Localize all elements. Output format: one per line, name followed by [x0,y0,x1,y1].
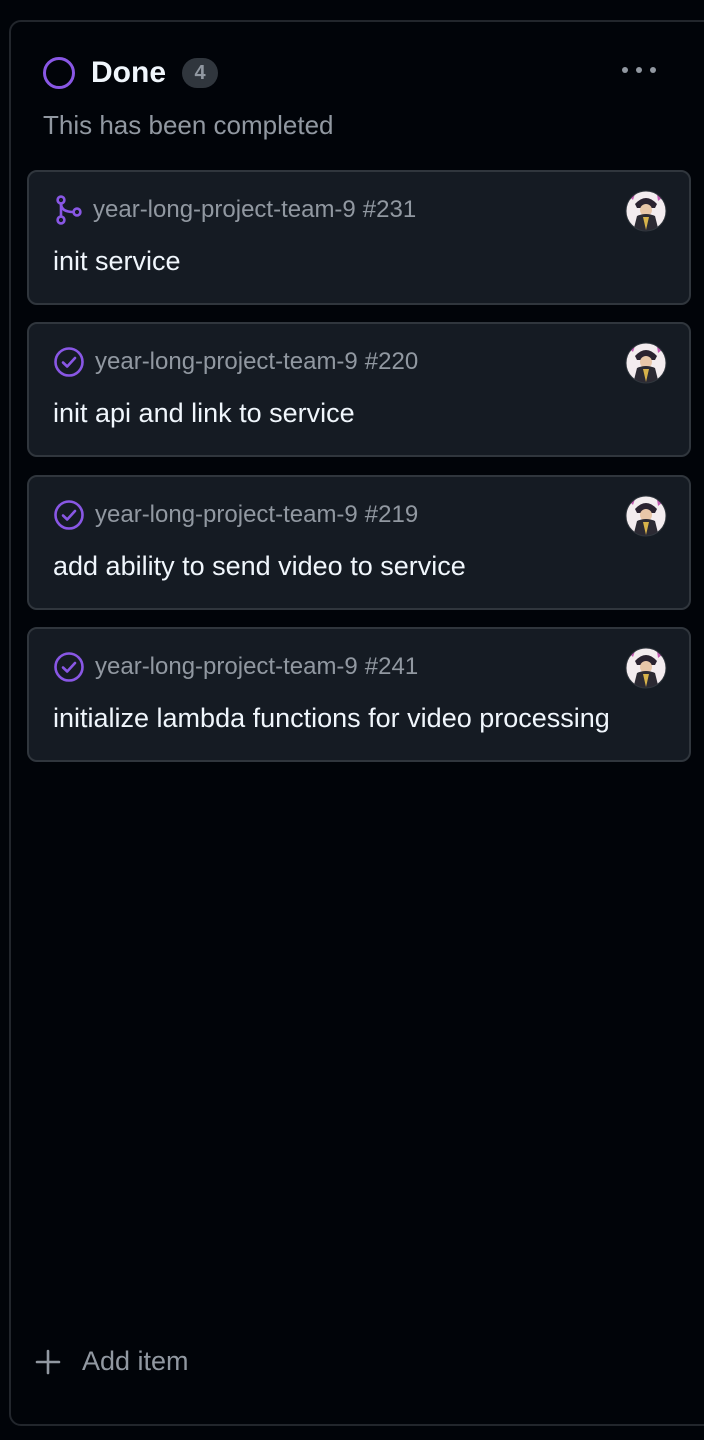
card-repo[interactable]: year-long-project-team-9 [95,653,358,681]
column-title: Done [91,56,166,89]
card-meta: year-long-project-team-9 #220 [53,346,418,378]
item-count-badge: 4 [182,58,218,88]
column-description: This has been completed [43,110,334,140]
column-menu-button[interactable] [619,58,659,82]
card-repo[interactable]: year-long-project-team-9 [95,501,358,529]
kebab-horizontal-icon [622,67,656,73]
card-number[interactable]: #219 [365,501,418,529]
card-number[interactable]: #220 [365,348,418,376]
card-meta: year-long-project-team-9 #241 [53,651,418,683]
pull-request-merged-icon [56,195,82,225]
card-title[interactable]: initialize lambda functions for video pr… [53,703,610,734]
issue-closed-icon [54,347,84,377]
add-item-label: Add item [82,1346,189,1376]
board-card[interactable]: year-long-project-team-9 #241 initialize… [27,627,691,762]
card-meta: year-long-project-team-9 #231 [53,194,416,226]
add-item-button[interactable]: Add item [34,1346,189,1377]
issue-closed-icon [54,500,84,530]
card-number[interactable]: #241 [365,653,418,681]
avatar[interactable] [625,342,667,384]
card-meta: year-long-project-team-9 #219 [53,499,418,531]
card-title[interactable]: init service [53,246,181,277]
column-header: Done 4 [43,56,218,90]
status-circle-icon [43,57,75,89]
avatar[interactable] [625,495,667,537]
card-repo[interactable]: year-long-project-team-9 [93,196,356,224]
board-card[interactable]: year-long-project-team-9 #231 init servi… [27,170,691,305]
avatar[interactable] [625,190,667,232]
board-column-done: Done 4 This has been completed year-long… [9,20,704,1426]
card-repo[interactable]: year-long-project-team-9 [95,348,358,376]
board-card[interactable]: year-long-project-team-9 #220 init api a… [27,322,691,457]
card-title[interactable]: init api and link to service [53,398,355,429]
board-card[interactable]: year-long-project-team-9 #219 add abilit… [27,475,691,610]
plus-icon [35,1349,61,1374]
issue-closed-icon [54,652,84,682]
card-number[interactable]: #231 [363,196,416,224]
avatar[interactable] [625,647,667,689]
card-title[interactable]: add ability to send video to service [53,551,466,582]
